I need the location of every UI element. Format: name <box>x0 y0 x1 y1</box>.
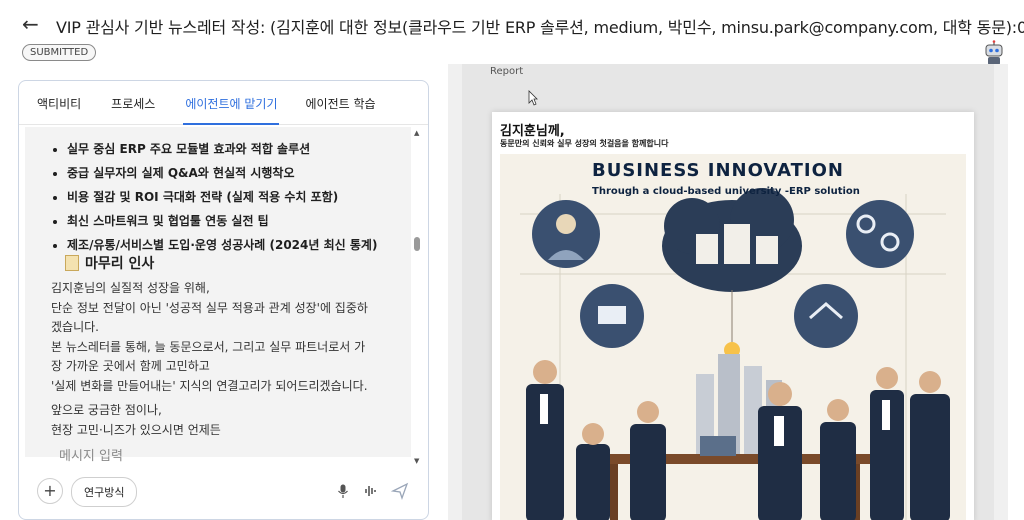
scrollbar-thumb[interactable] <box>414 237 420 251</box>
report-label: Report <box>490 66 524 77</box>
plus-icon[interactable]: + <box>37 478 63 504</box>
greeting: 김지훈님께, <box>500 124 565 139</box>
header: ← VIP 관심사 기반 뉴스레터 작성: (김지훈에 대한 정보(클라우드 기… <box>0 0 1024 70</box>
list-item: 실무 중심 ERP 주요 모듈별 효과와 적합 솔루션 <box>67 137 377 161</box>
business-innovation-illustration <box>500 154 966 520</box>
agent-panel: 액티비티 프로세스 에이전트에 맡기기 에이전트 학습 실무 중심 ERP 주요… <box>18 80 429 520</box>
chat-content: 실무 중심 ERP 주요 모듈별 효과와 적합 솔루션 중급 실무자의 실제 Q… <box>25 127 425 469</box>
report-viewer: Report 김지훈님께, 동문만의 신뢰와 실무 성장의 첫걸음을 함께합니다 <box>448 64 1008 520</box>
chat-scrollbar[interactable]: ▲ ▼ <box>412 127 422 467</box>
paragraph-line: 장 가까운 곳에서 함께 고민하고 <box>51 359 210 373</box>
poster-title: BUSINESS INNOVATION <box>592 160 844 181</box>
message-input[interactable]: 메시지 입력 <box>59 445 123 464</box>
list-item: 중급 실무자의 실제 Q&A와 현실적 시행착오 <box>67 161 377 185</box>
message-block: 실무 중심 ERP 주요 모듈별 효과와 적합 솔루션 중급 실무자의 실제 Q… <box>25 127 411 457</box>
page-title: VIP 관심사 기반 뉴스레터 작성: (김지훈에 대한 정보(클라우드 기반 … <box>56 18 1024 37</box>
paragraph-line: 김지훈님의 실질적 성장을 위해, <box>51 281 210 295</box>
list-item: 최신 스마트워크 및 협업툴 연동 실전 팁 <box>67 209 377 233</box>
status-badge: SUBMITTED <box>22 44 97 61</box>
section-title: 마무리 인사 <box>85 256 155 272</box>
send-icon[interactable] <box>391 482 409 500</box>
robot-icon[interactable] <box>982 40 1006 66</box>
list-item: 비용 절감 및 ROI 극대화 전략 (실제 적용 수치 포함) <box>67 185 377 209</box>
scroll-up-icon[interactable]: ▲ <box>414 129 419 137</box>
arrow-left-icon[interactable]: ← <box>22 12 39 36</box>
tab-bar: 액티비티 프로세스 에이전트에 맡기기 에이전트 학습 <box>19 81 428 125</box>
newsletter-card: 김지훈님께, 동문만의 신뢰와 실무 성장의 첫걸음을 함께합니다 BUSINE… <box>492 112 974 520</box>
tab-agent-training[interactable]: 에이전트 학습 <box>305 81 375 124</box>
topic-list: 실무 중심 ERP 주요 모듈별 효과와 적합 솔루션 중급 실무자의 실제 Q… <box>47 137 377 257</box>
closing-paragraph: 김지훈님의 실질적 성장을 위해, 단순 정보 전달이 아닌 '성공적 실무 적… <box>51 279 368 396</box>
paragraph-line: 본 뉴스레터를 통해, 늘 동문으로서, 그리고 실무 파트너로서 가 <box>51 339 366 354</box>
tab-process[interactable]: 프로세스 <box>111 81 155 124</box>
microphone-icon[interactable] <box>335 483 351 499</box>
paragraph-line: 겠습니다. <box>51 320 99 334</box>
greeting-subtitle: 동문만의 신뢰와 실무 성장의 첫걸음을 함께합니다 <box>500 139 669 148</box>
research-mode-button[interactable]: 연구방식 <box>71 477 138 507</box>
mouse-cursor-icon <box>528 90 538 106</box>
tab-activity[interactable]: 액티비티 <box>37 81 81 124</box>
poster-subtitle: Through a cloud-based university -ERP so… <box>592 186 860 197</box>
paragraph-line: 현장 고민·니즈가 있으시면 언제든 <box>51 422 221 437</box>
section-heading: 마무리 인사 <box>65 253 154 273</box>
paragraph-line: '실제 변화를 만들어내는' 지식의 연결고리가 되어드리겠습니다. <box>51 378 368 393</box>
scroll-down-icon[interactable]: ▼ <box>414 457 419 465</box>
paragraph-line: 앞으로 궁금한 점이나, <box>51 403 162 417</box>
tab-delegate-agent[interactable]: 에이전트에 맡기기 <box>183 81 280 125</box>
report-panel: Report 김지훈님께, 동문만의 신뢰와 실무 성장의 첫걸음을 함께합니다 <box>462 64 994 520</box>
followup-paragraph: 앞으로 궁금한 점이나, 현장 고민·니즈가 있으시면 언제든 <box>51 401 221 440</box>
memo-icon <box>65 255 79 271</box>
waveform-icon[interactable] <box>363 483 379 499</box>
paragraph-line: 단순 정보 전달이 아닌 '성공적 실무 적용과 관계 성장'에 집중하 <box>51 300 368 315</box>
